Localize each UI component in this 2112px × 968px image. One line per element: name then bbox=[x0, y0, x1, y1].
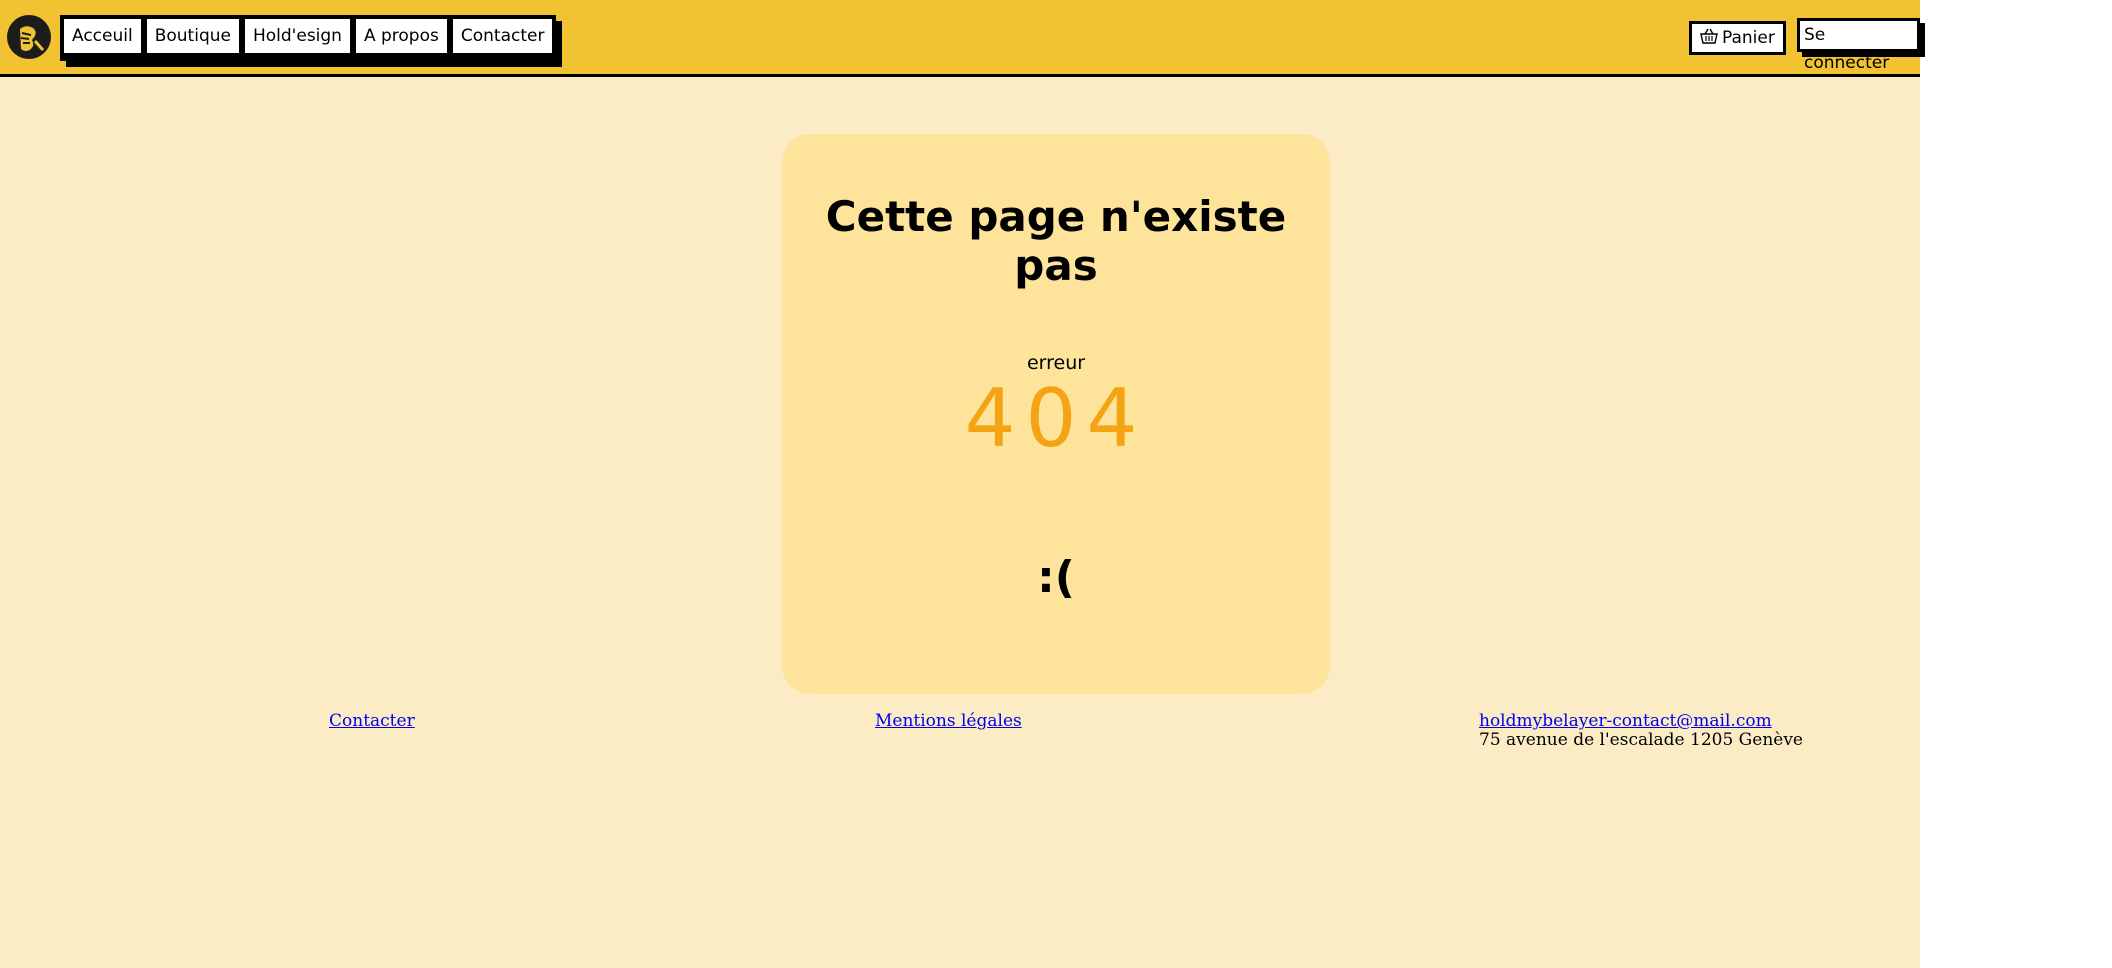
nav-item-boutique[interactable]: Boutique bbox=[144, 17, 241, 55]
logo-climber-icon[interactable] bbox=[7, 15, 51, 59]
basket-icon bbox=[1700, 28, 1718, 49]
page-title: Cette page n'existe pas bbox=[825, 192, 1287, 290]
footer-email-link[interactable]: holdmybelayer-contact@mail.com bbox=[1479, 711, 1772, 731]
cart-label: Panier bbox=[1722, 28, 1775, 48]
page-bottom bbox=[0, 790, 1920, 968]
nav-item-contacter[interactable]: Contacter bbox=[450, 17, 555, 55]
login-button[interactable]: Se connecter bbox=[1797, 18, 1920, 73]
error-code: 404 bbox=[964, 372, 1148, 465]
header: Acceuil Boutique Hold'esign A propos Con… bbox=[0, 0, 1920, 77]
main-nav: Acceuil Boutique Hold'esign A propos Con… bbox=[60, 15, 557, 61]
sad-face: :( bbox=[1037, 552, 1075, 603]
footer-legal-link[interactable]: Mentions légales bbox=[875, 711, 1022, 731]
footer-contact-link[interactable]: Contacter bbox=[329, 711, 415, 731]
page-margin bbox=[1920, 0, 2112, 968]
cart-button[interactable]: Panier bbox=[1689, 21, 1786, 55]
error-label: erreur bbox=[1026, 352, 1086, 374]
nav-item-a-propos[interactable]: A propos bbox=[353, 17, 449, 55]
footer-address: 75 avenue de l'escalade 1205 Genève bbox=[1479, 730, 1803, 750]
nav-item-holdesign[interactable]: Hold'esign bbox=[242, 17, 352, 55]
error-card: Cette page n'existe pas erreur 404 :( bbox=[782, 134, 1330, 694]
nav-item-acceuil[interactable]: Acceuil bbox=[62, 17, 143, 55]
